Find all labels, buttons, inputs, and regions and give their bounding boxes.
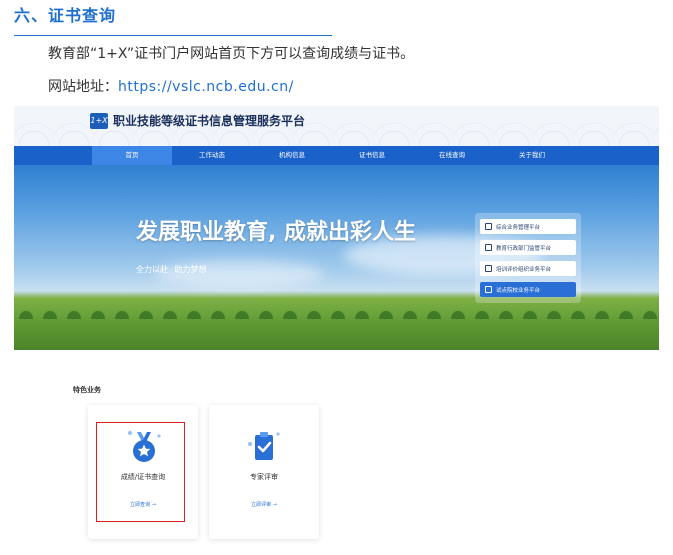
site-address-label: 网站地址： xyxy=(48,79,118,95)
platform-link-label: 教育行政部门监管平台 xyxy=(496,245,552,252)
portal-header: 1+X 职业技能等级证书信息管理服务平台 xyxy=(14,106,659,146)
brand-name: 职业技能等级证书信息管理服务平台 xyxy=(113,114,306,128)
card-expert-review[interactable]: 专家评审 立即评审 → xyxy=(209,405,319,539)
portal-screenshot: 1+X 职业技能等级证书信息管理服务平台 首页 工作动态 机构信息 证书信息 在… xyxy=(14,106,659,350)
nav-item-institutions[interactable]: 机构信息 xyxy=(252,146,332,165)
title-underline xyxy=(14,35,332,36)
banner-subtitle: 全力以赴 助力梦想 xyxy=(136,265,207,274)
portal-nav: 首页 工作动态 机构信息 证书信息 在线查询 关于我们 xyxy=(14,146,659,165)
nav-item-online-query[interactable]: 在线查询 xyxy=(412,146,492,165)
grid-icon xyxy=(485,223,492,230)
platform-links-panel: 综合业务管理平台 教育行政部门监管平台 培训评价组织业务平台 试点院校业务平台 xyxy=(475,213,581,303)
features-label: 特色业务 xyxy=(73,386,101,394)
nav-item-news[interactable]: 工作动态 xyxy=(172,146,252,165)
portal-brand[interactable]: 1+X 职业技能等级证书信息管理服务平台 xyxy=(90,112,305,129)
banner-title: 发展职业教育, 成就出彩人生 xyxy=(136,220,417,245)
card-review-link[interactable]: 立即评审 → xyxy=(209,501,319,508)
nav-item-about[interactable]: 关于我们 xyxy=(492,146,572,165)
card-title: 专家评审 xyxy=(250,473,278,481)
site-url-link[interactable]: https://vslc.ncb.edu.cn/ xyxy=(118,79,294,95)
logo-icon: 1+X xyxy=(90,112,108,129)
nav-item-certificates[interactable]: 证书信息 xyxy=(332,146,412,165)
platform-link-comprehensive[interactable]: 综合业务管理平台 xyxy=(480,219,576,234)
site-address-line: 网站地址：https://vslc.ncb.edu.cn/ xyxy=(48,76,294,96)
platform-link-label: 综合业务管理平台 xyxy=(496,224,541,231)
section-title: 六、证书查询 xyxy=(14,6,117,25)
clipboard-check-icon xyxy=(244,430,284,464)
platform-link-pilot-schools[interactable]: 试点院校业务平台 xyxy=(480,282,576,297)
platform-link-label: 培训评价组织业务平台 xyxy=(496,266,552,273)
intro-paragraph: 教育部“1+X”证书门户网站首页下方可以查询成绩与证书。 xyxy=(48,46,415,62)
nav-item-home[interactable]: 首页 xyxy=(92,146,172,165)
treeline xyxy=(14,305,659,319)
platform-link-training-orgs[interactable]: 培训评价组织业务平台 xyxy=(480,261,576,276)
document-icon xyxy=(485,265,492,272)
school-icon xyxy=(485,286,492,293)
hero-banner: 发展职业教育, 成就出彩人生 全力以赴 助力梦想 综合业务管理平台 教育行政部门… xyxy=(14,165,659,350)
highlight-box xyxy=(96,422,185,522)
platform-link-supervision[interactable]: 教育行政部门监管平台 xyxy=(480,240,576,255)
building-icon xyxy=(485,244,492,251)
platform-link-label: 试点院校业务平台 xyxy=(496,287,541,294)
